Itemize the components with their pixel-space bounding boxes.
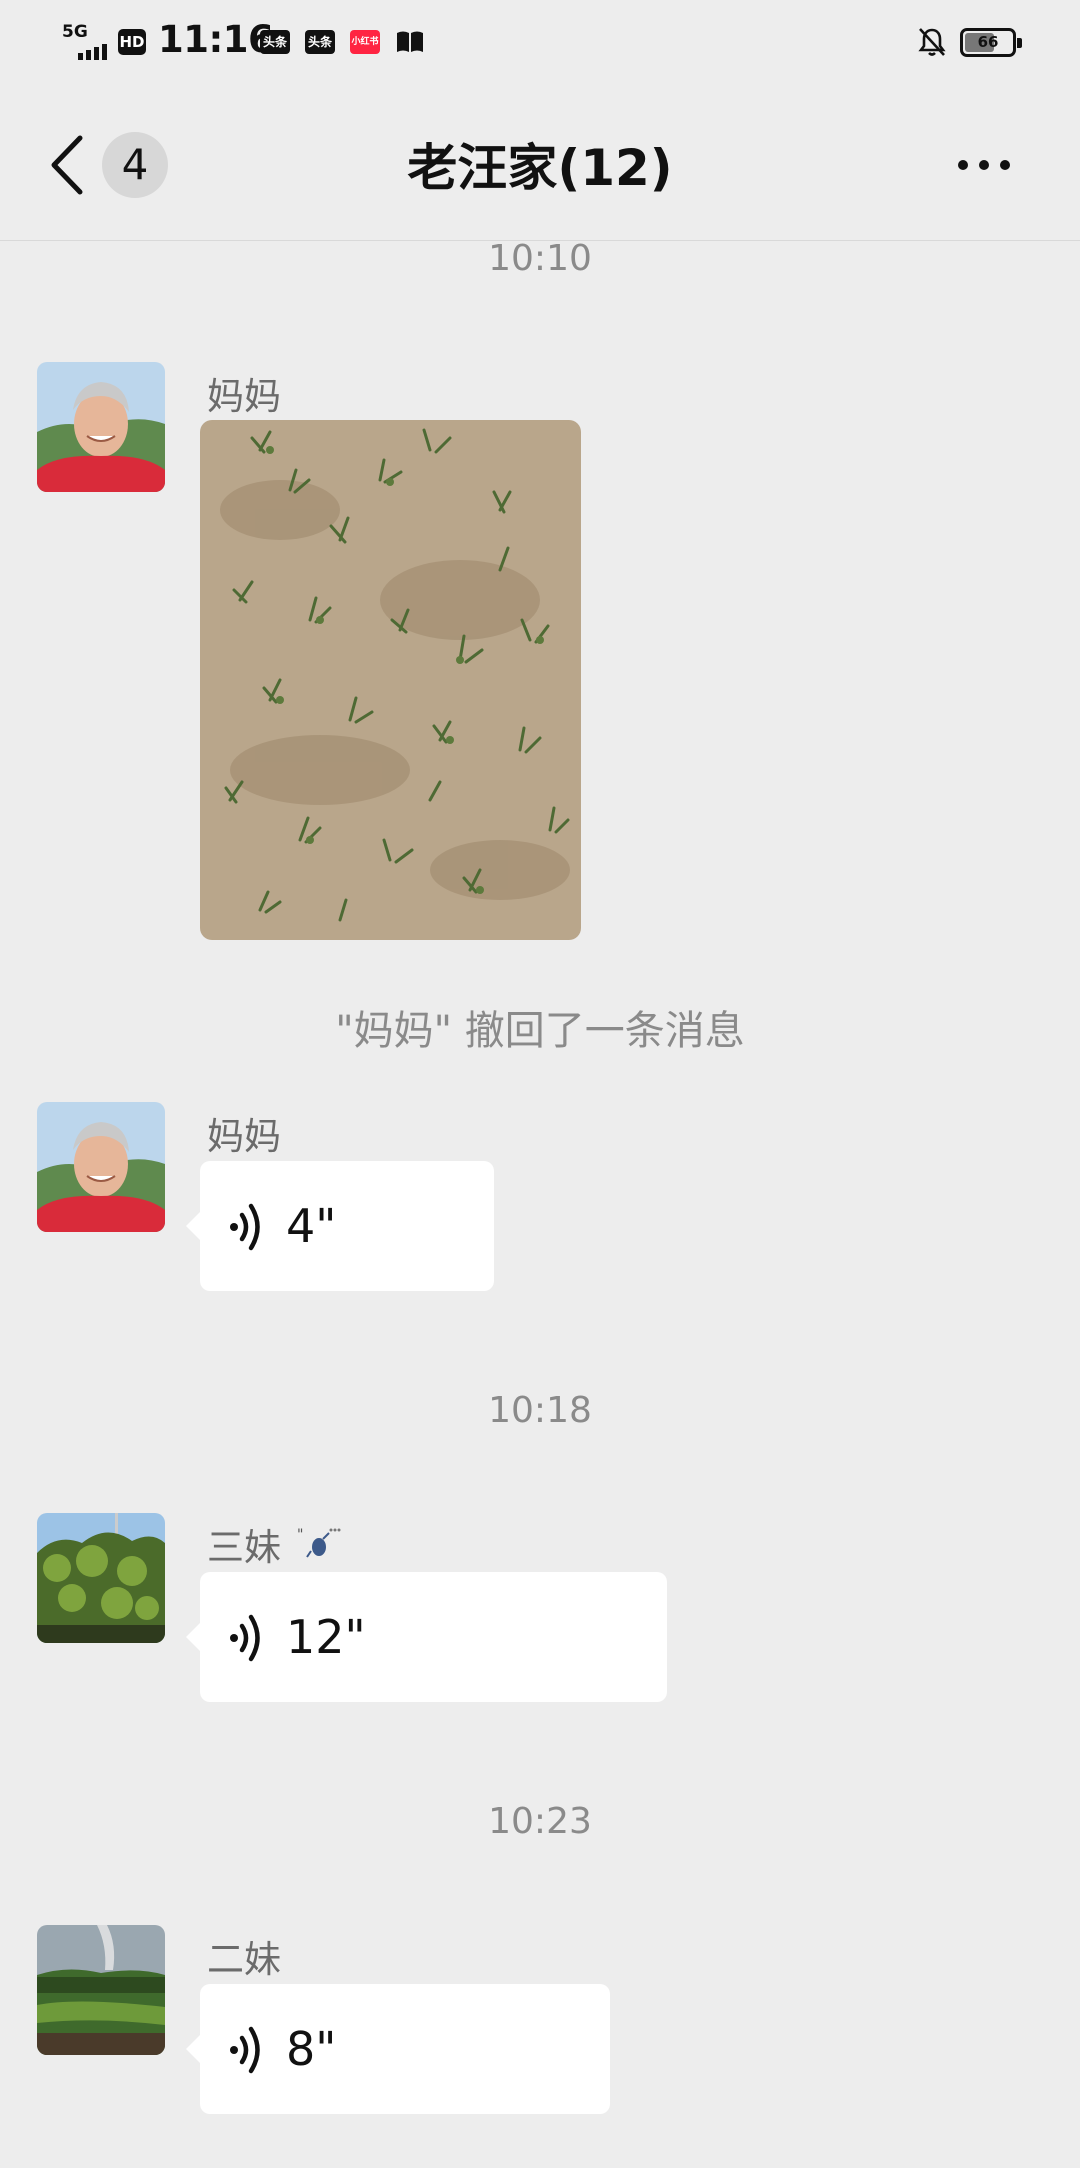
voice-message[interactable]: 4" [186,1161,494,1291]
timestamp: 10:23 [488,1801,592,1842]
xiaohongshu-app-icon: 小红书 [350,30,380,54]
status-bar: 5G HD 11:16 头条 头条 小红书 66 [0,0,1080,90]
book-icon [397,31,423,52]
more-dots-icon[interactable] [958,145,1018,185]
recall-notice: "妈妈" 撤回了一条消息 [335,1008,745,1054]
voice-wave-icon [230,1203,260,1251]
status-time: 11:16 [158,18,274,61]
sender-name: 妈妈 [207,1115,281,1158]
timestamp: 10:10 [488,238,592,279]
toutiao-app-icon-2: 头条 [305,30,335,54]
avatar-mom[interactable] [37,362,165,492]
voice-duration: 8" [286,2022,337,2076]
sender-name: 妈妈 [207,375,281,418]
voice-duration: 4" [286,1199,337,1253]
sender-name: 二妹 [207,1938,281,1981]
avatar-third-sister[interactable] [37,1513,165,1643]
sender-name: 三妹 [207,1526,281,1569]
avatar-second-sister[interactable] [37,1925,165,2055]
image-message[interactable] [200,420,581,940]
chat-title: 老汪家(12) [407,139,673,197]
hd-badge: HD [118,29,146,55]
voice-wave-icon [230,2026,260,2074]
emoji-status-icon: " [297,1527,341,1558]
battery-icon: 66 [960,28,1022,57]
voice-message[interactable]: 8" [186,1984,610,2114]
voice-duration: 12" [286,1610,366,1664]
chat-header: 4 老汪家(12) [0,90,1080,241]
silent-bell-icon [918,28,946,56]
toutiao-app-icon: 头条 [260,30,290,54]
svg-text:": " [297,1527,303,1543]
signal-icon: 5G [62,22,114,60]
avatar-mom[interactable] [37,1102,165,1232]
voice-message[interactable]: 12" [186,1572,667,1702]
timestamp: 10:18 [488,1390,592,1431]
voice-wave-icon [230,1614,260,1662]
